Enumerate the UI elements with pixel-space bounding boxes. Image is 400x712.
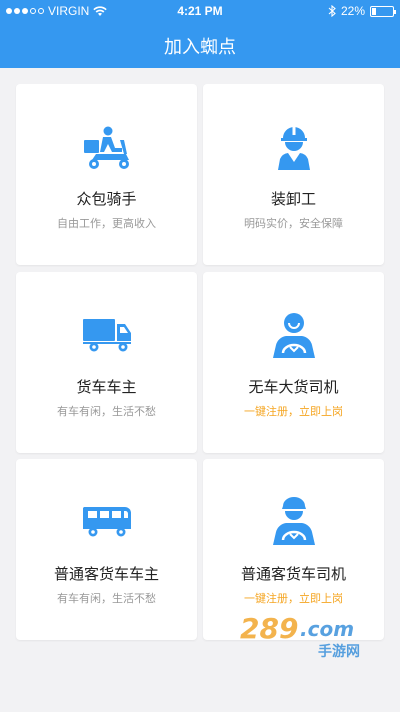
card-title: 普通客货车车主 bbox=[53, 565, 159, 583]
card-subtitle: 自由工作，更高收入 bbox=[57, 217, 156, 230]
app-header: VIRGIN 4:21 PM 22% 加入蜘点 bbox=[0, 0, 400, 68]
page-title: 加入蜘点 bbox=[164, 37, 236, 58]
card-van-owner[interactable]: 普通客货车车主 有车有闲，生活不愁 bbox=[16, 459, 197, 640]
card-title: 无车大货司机 bbox=[248, 378, 339, 396]
card-truck-owner[interactable]: 货车车主 有车有闲，生活不愁 bbox=[16, 272, 197, 453]
svg-text:.com: .com bbox=[300, 617, 354, 641]
watermark-logo: 289 .com 手游网 bbox=[240, 612, 360, 658]
truck-icon bbox=[82, 319, 131, 352]
status-bar: VIRGIN 4:21 PM 22% bbox=[0, 0, 400, 22]
card-subtitle: 一键注册，立即上岗 bbox=[244, 592, 343, 605]
svg-text:手游网: 手游网 bbox=[318, 643, 360, 658]
battery-percent: 22% bbox=[340, 4, 365, 18]
card-subtitle: 有车有闲，生活不愁 bbox=[57, 405, 156, 418]
card-subtitle: 一键注册，立即上岗 bbox=[244, 405, 343, 418]
card-loader[interactable]: 装卸工 明码实价，安全保障 bbox=[203, 84, 384, 265]
card-subtitle: 有车有闲，生活不愁 bbox=[57, 592, 156, 605]
driver-icon bbox=[272, 313, 315, 358]
worker-helmet-icon bbox=[277, 127, 310, 170]
van-icon bbox=[82, 507, 131, 537]
battery-icon bbox=[370, 5, 396, 17]
card-title: 装卸工 bbox=[270, 190, 316, 208]
card-driver-no-truck[interactable]: 无车大货司机 一键注册，立即上岗 bbox=[203, 272, 384, 453]
card-crowd-rider[interactable]: 众包骑手 自由工作，更高收入 bbox=[16, 84, 197, 265]
card-title: 货车车主 bbox=[76, 378, 137, 396]
card-subtitle: 明码实价，安全保障 bbox=[244, 217, 343, 230]
driver-capped-icon bbox=[272, 497, 315, 545]
scooter-rider-icon bbox=[83, 126, 129, 169]
svg-text:289: 289 bbox=[240, 612, 298, 645]
card-title: 普通客货车司机 bbox=[240, 565, 346, 583]
card-title: 众包骑手 bbox=[76, 190, 137, 208]
bluetooth-icon bbox=[328, 5, 336, 17]
